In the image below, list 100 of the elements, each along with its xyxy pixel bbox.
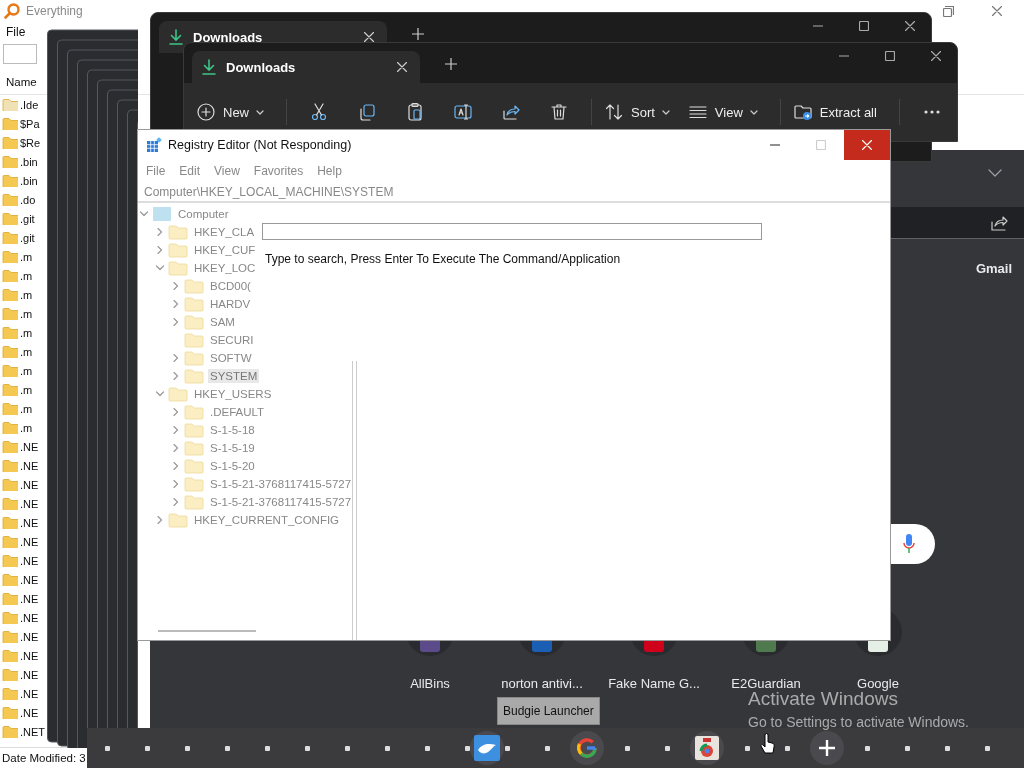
tree-item[interactable]: HARDV xyxy=(208,297,253,311)
folder-icon xyxy=(168,224,188,240)
address-bar[interactable]: Computer\HKEY_LOCAL_MACHINE\SYSTEM xyxy=(144,184,394,199)
folder-name[interactable]: .m xyxy=(20,402,33,415)
shortcut-label[interactable]: Google xyxy=(857,676,899,691)
folder-name[interactable]: .m xyxy=(20,345,33,358)
close-button[interactable] xyxy=(990,4,1004,18)
folder-name[interactable]: .m xyxy=(20,307,33,320)
new-button[interactable]: New xyxy=(192,97,268,127)
tree-item[interactable]: SOFTW xyxy=(208,351,254,365)
search-box[interactable] xyxy=(891,524,935,564)
tree-item[interactable]: HKEY_CUF xyxy=(192,243,258,257)
tree-item[interactable]: S-1-5-20 xyxy=(208,459,257,473)
folder-icon xyxy=(2,535,18,548)
close-button[interactable] xyxy=(905,21,915,31)
tree-item[interactable]: SECURI xyxy=(208,333,256,347)
folder-name[interactable]: .m xyxy=(20,383,33,396)
folder-name[interactable]: .Ide xyxy=(20,98,39,111)
folder-name[interactable]: .NE xyxy=(20,592,39,605)
folder-name[interactable]: .m xyxy=(20,269,33,282)
folder-name[interactable]: .NE xyxy=(20,611,39,624)
gmail-link[interactable]: Gmail xyxy=(975,261,1012,276)
folder-name[interactable]: .m xyxy=(20,288,33,301)
tree-item[interactable]: Computer xyxy=(176,207,231,221)
tree-item[interactable]: HKEY_CLA xyxy=(192,225,257,239)
folder-name[interactable]: .m xyxy=(20,326,33,339)
dock-app-button[interactable] xyxy=(570,731,604,765)
tree-item[interactable]: HKEY_USERS xyxy=(192,387,274,401)
folder-icon xyxy=(184,350,204,366)
folder-name[interactable]: .m xyxy=(20,250,33,263)
tree-item[interactable]: BCD00( xyxy=(208,279,253,293)
search-field[interactable] xyxy=(3,44,37,64)
folder-icon xyxy=(184,422,204,438)
new-tab-button[interactable] xyxy=(409,25,427,43)
column-header[interactable]: Name xyxy=(6,76,37,88)
scrollbar[interactable] xyxy=(158,630,256,632)
dock-app-button[interactable] xyxy=(690,731,724,765)
tree-item[interactable]: HKEY_LOC xyxy=(192,261,258,275)
tree-item[interactable]: S-1-5-21-3768117415-5727 xyxy=(208,495,354,509)
folder-icon xyxy=(2,136,18,149)
tree-item[interactable]: .DEFAULT xyxy=(208,405,267,419)
tab-close-button[interactable] xyxy=(361,29,377,45)
tree-item[interactable]: SAM xyxy=(208,315,237,329)
menu-item[interactable]: Help xyxy=(317,164,342,178)
folder-name[interactable]: .NE xyxy=(20,687,39,700)
menu-item[interactable]: Favorites xyxy=(253,164,304,178)
folder-name[interactable]: .bin xyxy=(20,174,38,187)
folder-name[interactable]: .NE xyxy=(20,440,39,453)
folder-name[interactable]: .NE xyxy=(20,630,39,643)
shortcut-label[interactable]: E2Guardian xyxy=(731,676,801,691)
folder-name[interactable]: .m xyxy=(20,421,33,434)
folder-name[interactable]: .NE xyxy=(20,668,39,681)
menu-item[interactable]: File xyxy=(6,25,26,39)
tree-item[interactable]: S-1-5-18 xyxy=(208,423,257,437)
folder-name[interactable]: .NE xyxy=(20,535,39,548)
window-title: Everything xyxy=(26,4,83,18)
share-button[interactable] xyxy=(990,214,1008,231)
tree-item[interactable]: S-1-5-19 xyxy=(208,441,257,455)
menu-item[interactable]: File xyxy=(146,164,166,178)
shortcut-label[interactable]: AllBins xyxy=(410,676,450,691)
folder-name[interactable]: .NE xyxy=(20,516,39,529)
tab-close-button[interactable] xyxy=(394,59,410,75)
folder-name[interactable]: .NE xyxy=(20,497,39,510)
folder-name[interactable]: .NET xyxy=(20,725,46,738)
menu-item[interactable]: View xyxy=(214,164,240,178)
tree-item[interactable]: SYSTEM xyxy=(208,369,260,383)
dock-app-button[interactable] xyxy=(470,731,504,765)
folder-name[interactable]: .NE xyxy=(20,706,39,719)
menu-item[interactable]: Edit xyxy=(179,164,201,178)
folder-name[interactable]: .m xyxy=(20,364,33,377)
shortcut-label[interactable]: norton antivi... xyxy=(501,676,583,691)
folder-name[interactable]: .NE xyxy=(20,573,39,586)
folder-name[interactable]: $Re xyxy=(20,136,41,149)
close-button[interactable] xyxy=(931,51,941,61)
maximize-button[interactable] xyxy=(859,21,869,31)
folder-name[interactable]: .bin xyxy=(20,155,38,168)
folder-name[interactable]: .NE xyxy=(20,649,39,662)
extract-all-button[interactable]: Extract all xyxy=(788,97,881,127)
folder-name[interactable]: .NE xyxy=(20,554,39,567)
folder-name[interactable]: .do xyxy=(20,193,36,206)
new-tab-button[interactable] xyxy=(442,55,460,73)
tree-item[interactable]: HKEY_CURRENT_CONFIG xyxy=(192,513,342,527)
folder-icon xyxy=(2,155,18,168)
folder-icon xyxy=(184,314,204,330)
view-button[interactable]: View xyxy=(683,97,762,127)
add-button[interactable] xyxy=(810,731,844,765)
restore-button[interactable] xyxy=(941,3,956,19)
chevron-icon xyxy=(156,516,164,524)
search-field[interactable] xyxy=(262,223,762,240)
shortcut-label[interactable]: Fake Name G... xyxy=(608,676,700,691)
folder-name[interactable]: .git xyxy=(20,231,35,244)
folder-name[interactable]: .NE xyxy=(20,478,39,491)
folder-name[interactable]: $Pa xyxy=(20,117,40,130)
folder-name[interactable]: .git xyxy=(20,212,35,225)
folder-name[interactable]: .NE xyxy=(20,459,39,472)
folder-extract-icon xyxy=(792,102,813,122)
folder-tab[interactable]: Downloads xyxy=(192,51,420,83)
maximize-button[interactable] xyxy=(885,51,895,61)
sort-button[interactable]: Sort xyxy=(600,97,674,127)
tree-item[interactable]: S-1-5-21-3768117415-5727 xyxy=(208,477,354,491)
